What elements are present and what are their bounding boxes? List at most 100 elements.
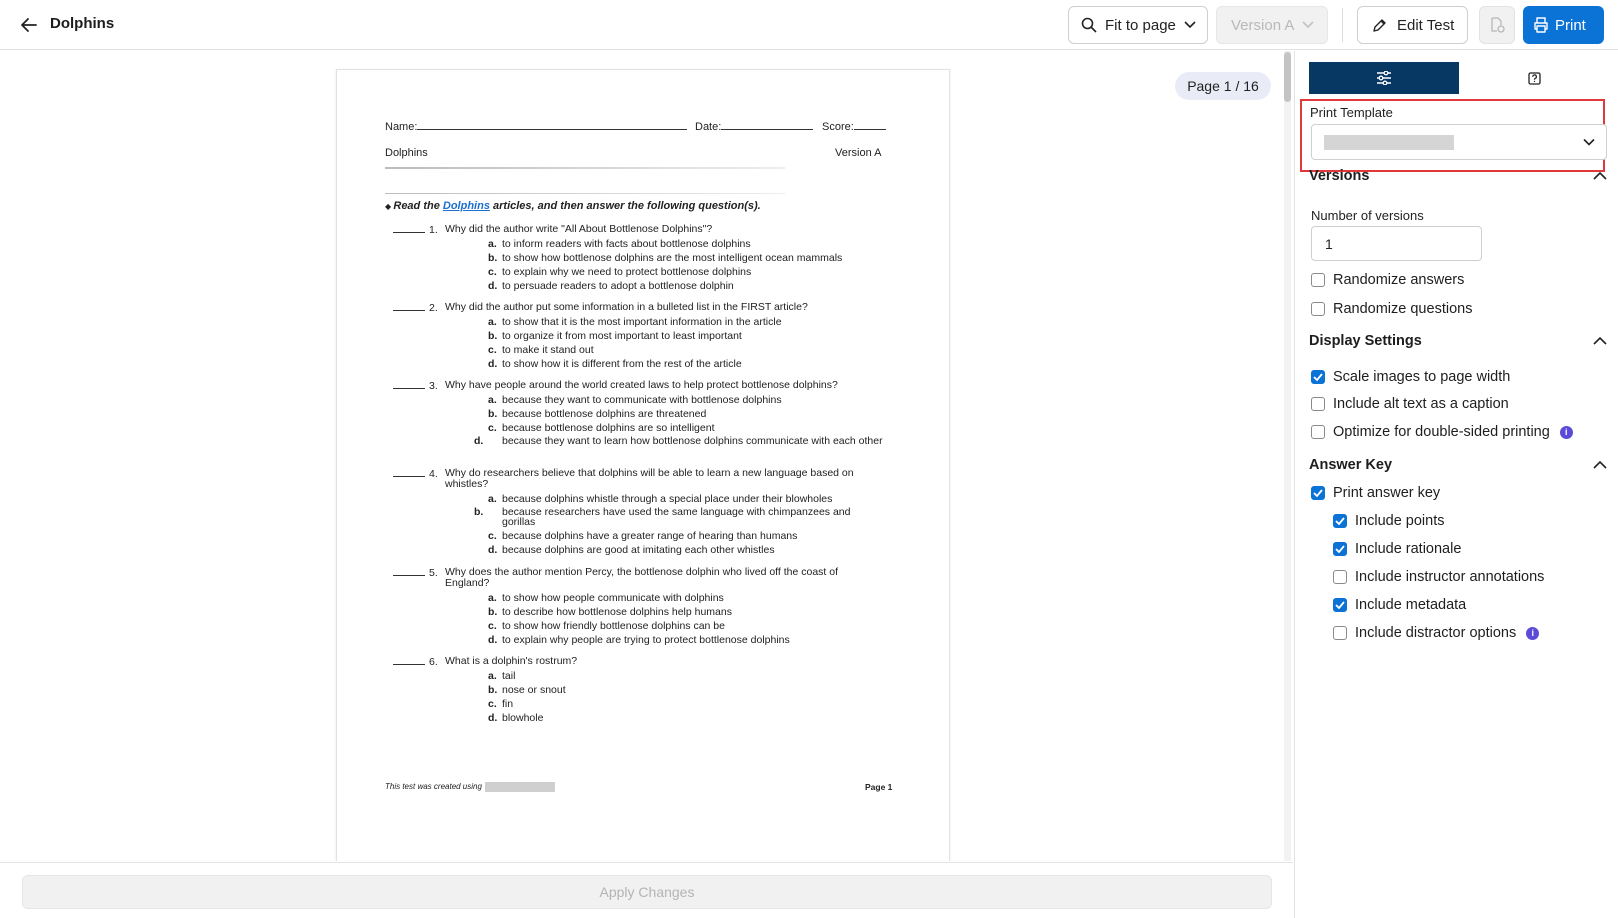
chevron-down-icon: [1302, 21, 1314, 29]
fit-to-page-label: Fit to page: [1105, 16, 1176, 34]
option: c. because dolphins have a greater range …: [488, 530, 798, 542]
number-of-versions-label: Number of versions: [1311, 208, 1424, 223]
option: a. to show how people communicate with do…: [488, 592, 724, 604]
print-settings-sidebar: Print Template Versions Number of versio…: [1294, 51, 1618, 918]
option: a. because they want to communicate with …: [488, 394, 782, 406]
option: d. because dolphins are good at imitating…: [488, 544, 775, 556]
divider: [385, 167, 785, 169]
chevron-up-icon[interactable]: [1593, 171, 1607, 181]
page-footer-credit: This test was created using: [385, 782, 555, 792]
check-icon: [1335, 601, 1345, 609]
option: c. to explain why we need to protect bott…: [488, 266, 752, 278]
preview-scrollbar[interactable]: [1284, 51, 1291, 861]
check-icon: [1335, 545, 1345, 553]
checkbox-box[interactable]: [1333, 542, 1347, 556]
edit-test-button[interactable]: Edit Test: [1357, 6, 1468, 44]
chevron-up-icon[interactable]: [1593, 336, 1607, 346]
info-icon[interactable]: i: [1526, 626, 1540, 640]
randomize-questions-checkbox[interactable]: Randomize questions: [1311, 301, 1472, 317]
name-field: Name:: [385, 120, 688, 133]
option: a. because dolphins whistle through a spe…: [488, 493, 833, 505]
checkbox-box[interactable]: [1333, 598, 1347, 612]
checkbox-box[interactable]: [1333, 514, 1347, 528]
dolphins-article-link[interactable]: Dolphins: [443, 200, 490, 212]
option: d. to persuade readers to adopt a bottlen…: [488, 280, 734, 292]
option: b. to organize it from most important to …: [488, 330, 742, 342]
print-template-label: Print Template: [1310, 105, 1393, 120]
version-label: Version A: [1231, 16, 1295, 34]
fit-to-page-dropdown[interactable]: Fit to page: [1068, 6, 1208, 44]
include-points-checkbox[interactable]: Include points: [1333, 513, 1444, 529]
option: d. because they want to learn how bottlen…: [474, 435, 883, 447]
checkbox-box[interactable]: [1333, 570, 1347, 584]
checkbox-box[interactable]: [1311, 273, 1325, 287]
option: a. tail: [488, 670, 516, 682]
checkbox-box[interactable]: [1311, 397, 1325, 411]
apply-changes-button[interactable]: Apply Changes: [22, 875, 1272, 909]
option: c. to show how friendly bottlenose dolphi…: [488, 620, 725, 632]
print-preview-area[interactable]: Name: Date: Score: Dolphins Version A ◆ …: [0, 51, 1290, 861]
option: b. nose or snout: [488, 684, 566, 696]
chevron-down-icon: [1583, 138, 1595, 146]
option: b. to describe how bottlenose dolphins he…: [488, 606, 732, 618]
chevron-down-icon: [1184, 21, 1196, 29]
randomize-answers-checkbox[interactable]: Randomize answers: [1311, 272, 1464, 288]
version-dropdown[interactable]: Version A: [1216, 6, 1328, 44]
preview-page: Name: Date: Score: Dolphins Version A ◆ …: [336, 69, 950, 861]
print-template-select[interactable]: [1311, 124, 1607, 160]
print-label: Print: [1555, 16, 1586, 34]
question-box-icon: [1527, 71, 1541, 85]
preview-scrollbar-thumb[interactable]: [1284, 52, 1291, 102]
date-field: Date:: [695, 120, 814, 133]
checkbox-box[interactable]: [1311, 302, 1325, 316]
check-icon: [1335, 517, 1345, 525]
answer-blank: [393, 224, 425, 233]
printer-icon: [1534, 17, 1548, 33]
answer-blank: [393, 567, 425, 576]
tab-settings[interactable]: [1309, 62, 1459, 94]
check-icon: [1313, 489, 1323, 497]
include-metadata-checkbox[interactable]: Include metadata: [1333, 597, 1466, 613]
chevron-up-icon[interactable]: [1593, 460, 1607, 470]
divider: [1342, 8, 1343, 42]
option: b. because bottlenose dolphins are threat…: [488, 408, 707, 420]
number-of-versions-input[interactable]: 1: [1311, 226, 1482, 261]
test-version: Version A: [835, 147, 882, 159]
option: d. blowhole: [488, 712, 544, 724]
option: a. to inform readers with facts about bot…: [488, 238, 751, 250]
checkbox-box[interactable]: [1311, 486, 1325, 500]
check-icon: [1313, 373, 1323, 381]
double-sided-checkbox[interactable]: Optimize for double-sided printing i: [1311, 424, 1573, 440]
checkbox-box[interactable]: [1333, 626, 1347, 640]
checkbox-box[interactable]: [1311, 425, 1325, 439]
include-instructor-annotations-checkbox[interactable]: Include instructor annotations: [1333, 569, 1544, 585]
info-icon[interactable]: i: [1559, 425, 1573, 439]
option: b. to show how bottlenose dolphins are th…: [488, 252, 843, 264]
include-rationale-checkbox[interactable]: Include rationale: [1333, 541, 1461, 557]
scale-images-checkbox[interactable]: Scale images to page width: [1311, 369, 1510, 385]
print-answer-key-checkbox[interactable]: Print answer key: [1311, 485, 1440, 501]
print-button[interactable]: Print: [1523, 6, 1604, 44]
page-indicator: Page 1 / 16: [1175, 72, 1271, 100]
edit-test-label: Edit Test: [1397, 16, 1455, 34]
redacted-template-name: [1324, 135, 1454, 150]
include-distractor-options-checkbox[interactable]: Include distractor options i: [1333, 625, 1540, 641]
tab-help[interactable]: [1459, 62, 1609, 94]
back-arrow-icon[interactable]: [18, 14, 40, 36]
top-header: Dolphins Fit to page Version A Edit Test…: [0, 0, 1618, 50]
option: c. because bottlenose dolphins are so int…: [488, 422, 715, 434]
redacted-product-name: [484, 782, 555, 792]
document-title: Dolphins: [50, 15, 115, 32]
alt-text-caption-checkbox[interactable]: Include alt text as a caption: [1311, 396, 1509, 412]
convert-document-button[interactable]: [1479, 6, 1515, 44]
option: b. because researchers have used the same…: [474, 506, 851, 528]
answer-blank: [393, 302, 425, 311]
versions-heading: Versions: [1309, 168, 1370, 184]
answer-blank: [393, 656, 425, 665]
score-field: Score:: [822, 120, 886, 133]
option: a. to show that it is the most important …: [488, 316, 782, 328]
page-footer-number: Page 1: [865, 782, 893, 792]
document-convert-icon: [1491, 17, 1505, 33]
search-icon: [1081, 17, 1097, 33]
checkbox-box[interactable]: [1311, 370, 1325, 384]
